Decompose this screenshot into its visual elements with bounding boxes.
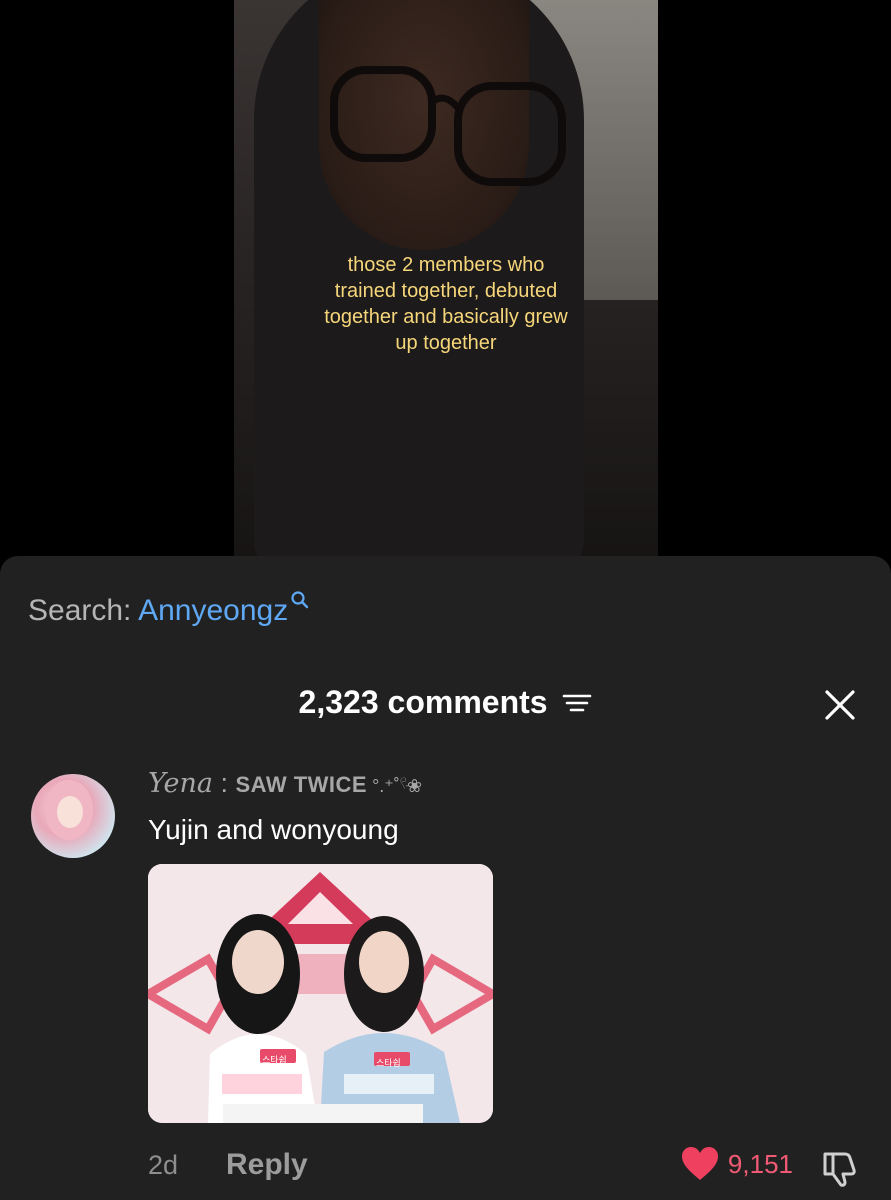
- heart-icon: [681, 1147, 718, 1180]
- caption-line: trained together, debuted: [334, 280, 558, 302]
- video-player[interactable]: those 2 members who trained together, de…: [234, 0, 658, 556]
- glasses: [330, 66, 566, 186]
- caption-line: together and basically grew: [324, 306, 568, 328]
- comments-sheet: Search: Annyeongz 2,323 comments Yena : …: [0, 556, 891, 1200]
- search-suggestion[interactable]: Search: Annyeongz: [28, 591, 309, 628]
- comment-username[interactable]: Yena : SAW TWICE °.⁺˚𓍢ּ❀: [148, 768, 422, 799]
- image-badge-left: 스타쉽: [262, 1056, 287, 1066]
- video-caption: those 2 members who trained together, de…: [234, 252, 658, 356]
- reply-button[interactable]: Reply: [226, 1148, 308, 1182]
- filter-icon[interactable]: [562, 691, 592, 715]
- caption-line: up together: [395, 332, 497, 354]
- username-separator: :: [212, 768, 236, 798]
- username-script: Yena: [148, 768, 213, 799]
- caption-line: those 2 members who: [347, 254, 545, 276]
- comment-text: Yujin and wonyoung: [148, 814, 399, 845]
- like-count: 9,151: [727, 1148, 793, 1179]
- search-icon[interactable]: [290, 590, 310, 610]
- close-icon[interactable]: [823, 688, 857, 722]
- username-rest: SAW TWICE: [235, 772, 368, 797]
- comment-image-graphic: [148, 864, 493, 1123]
- username-decoration: °.⁺˚𓍢ּ❀: [367, 776, 423, 796]
- comments-header: 2,323 comments: [0, 684, 891, 721]
- comment-image[interactable]: 스타쉽 스타쉽: [148, 864, 493, 1123]
- search-term-link[interactable]: Annyeongz: [138, 594, 288, 627]
- image-badge-right: 스타쉽: [376, 1059, 401, 1069]
- comments-count: 2,323 comments: [298, 684, 548, 720]
- search-prefix: Search:: [28, 594, 132, 627]
- comment-timestamp: 2d: [148, 1150, 179, 1180]
- dislike-icon[interactable]: [819, 1148, 859, 1188]
- like-button[interactable]: 9,151: [680, 1146, 793, 1182]
- avatar[interactable]: [31, 774, 115, 858]
- avatar-face: [57, 796, 83, 828]
